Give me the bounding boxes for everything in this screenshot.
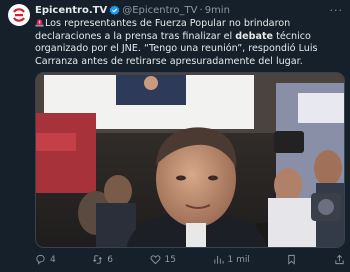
views-button[interactable]: 1 mil [213, 254, 250, 265]
like-icon [150, 255, 160, 265]
tweet-media-image[interactable] [35, 72, 345, 248]
views-count: 1 mil [227, 254, 250, 265]
retweet-icon [93, 255, 103, 264]
bookmark-icon [288, 254, 296, 265]
author-name[interactable]: Epicentro.TV [35, 4, 107, 17]
tweet-card[interactable]: Epicentro.TV @Epicentro_TV · 9min ··· Lo… [0, 0, 350, 272]
tweet-text: Los representantes de Fuerza Popular no … [35, 18, 343, 68]
retweet-button[interactable]: 6 [92, 254, 113, 265]
tweet-text-bold: debate [235, 30, 274, 42]
press-scene-photo [36, 73, 344, 247]
reply-button[interactable]: 4 [35, 254, 56, 265]
epicentro-logo-icon [10, 6, 28, 24]
author-handle[interactable]: @Epicentro_TV [122, 4, 197, 17]
share-button[interactable] [334, 254, 345, 265]
more-options-icon[interactable]: ··· [330, 4, 344, 17]
separator-dot: · [199, 5, 203, 16]
siren-icon [35, 18, 44, 27]
like-button[interactable]: 15 [150, 254, 176, 265]
share-icon [335, 254, 344, 265]
reply-icon [36, 254, 45, 265]
tweet-time[interactable]: 9min [205, 4, 230, 17]
verified-badge-icon [109, 5, 120, 16]
like-count: 15 [164, 254, 176, 265]
retweet-count: 6 [107, 254, 113, 265]
author-avatar[interactable] [8, 4, 30, 26]
tweet-header: Epicentro.TV @Epicentro_TV · 9min ··· [35, 4, 343, 17]
tweet-content: Epicentro.TV @Epicentro_TV · 9min ··· Lo… [35, 4, 343, 68]
bookmark-button[interactable] [286, 254, 297, 265]
tweet-actions: 4 6 15 1 mil [35, 254, 345, 265]
reply-count: 4 [50, 254, 56, 265]
views-icon [213, 255, 224, 264]
